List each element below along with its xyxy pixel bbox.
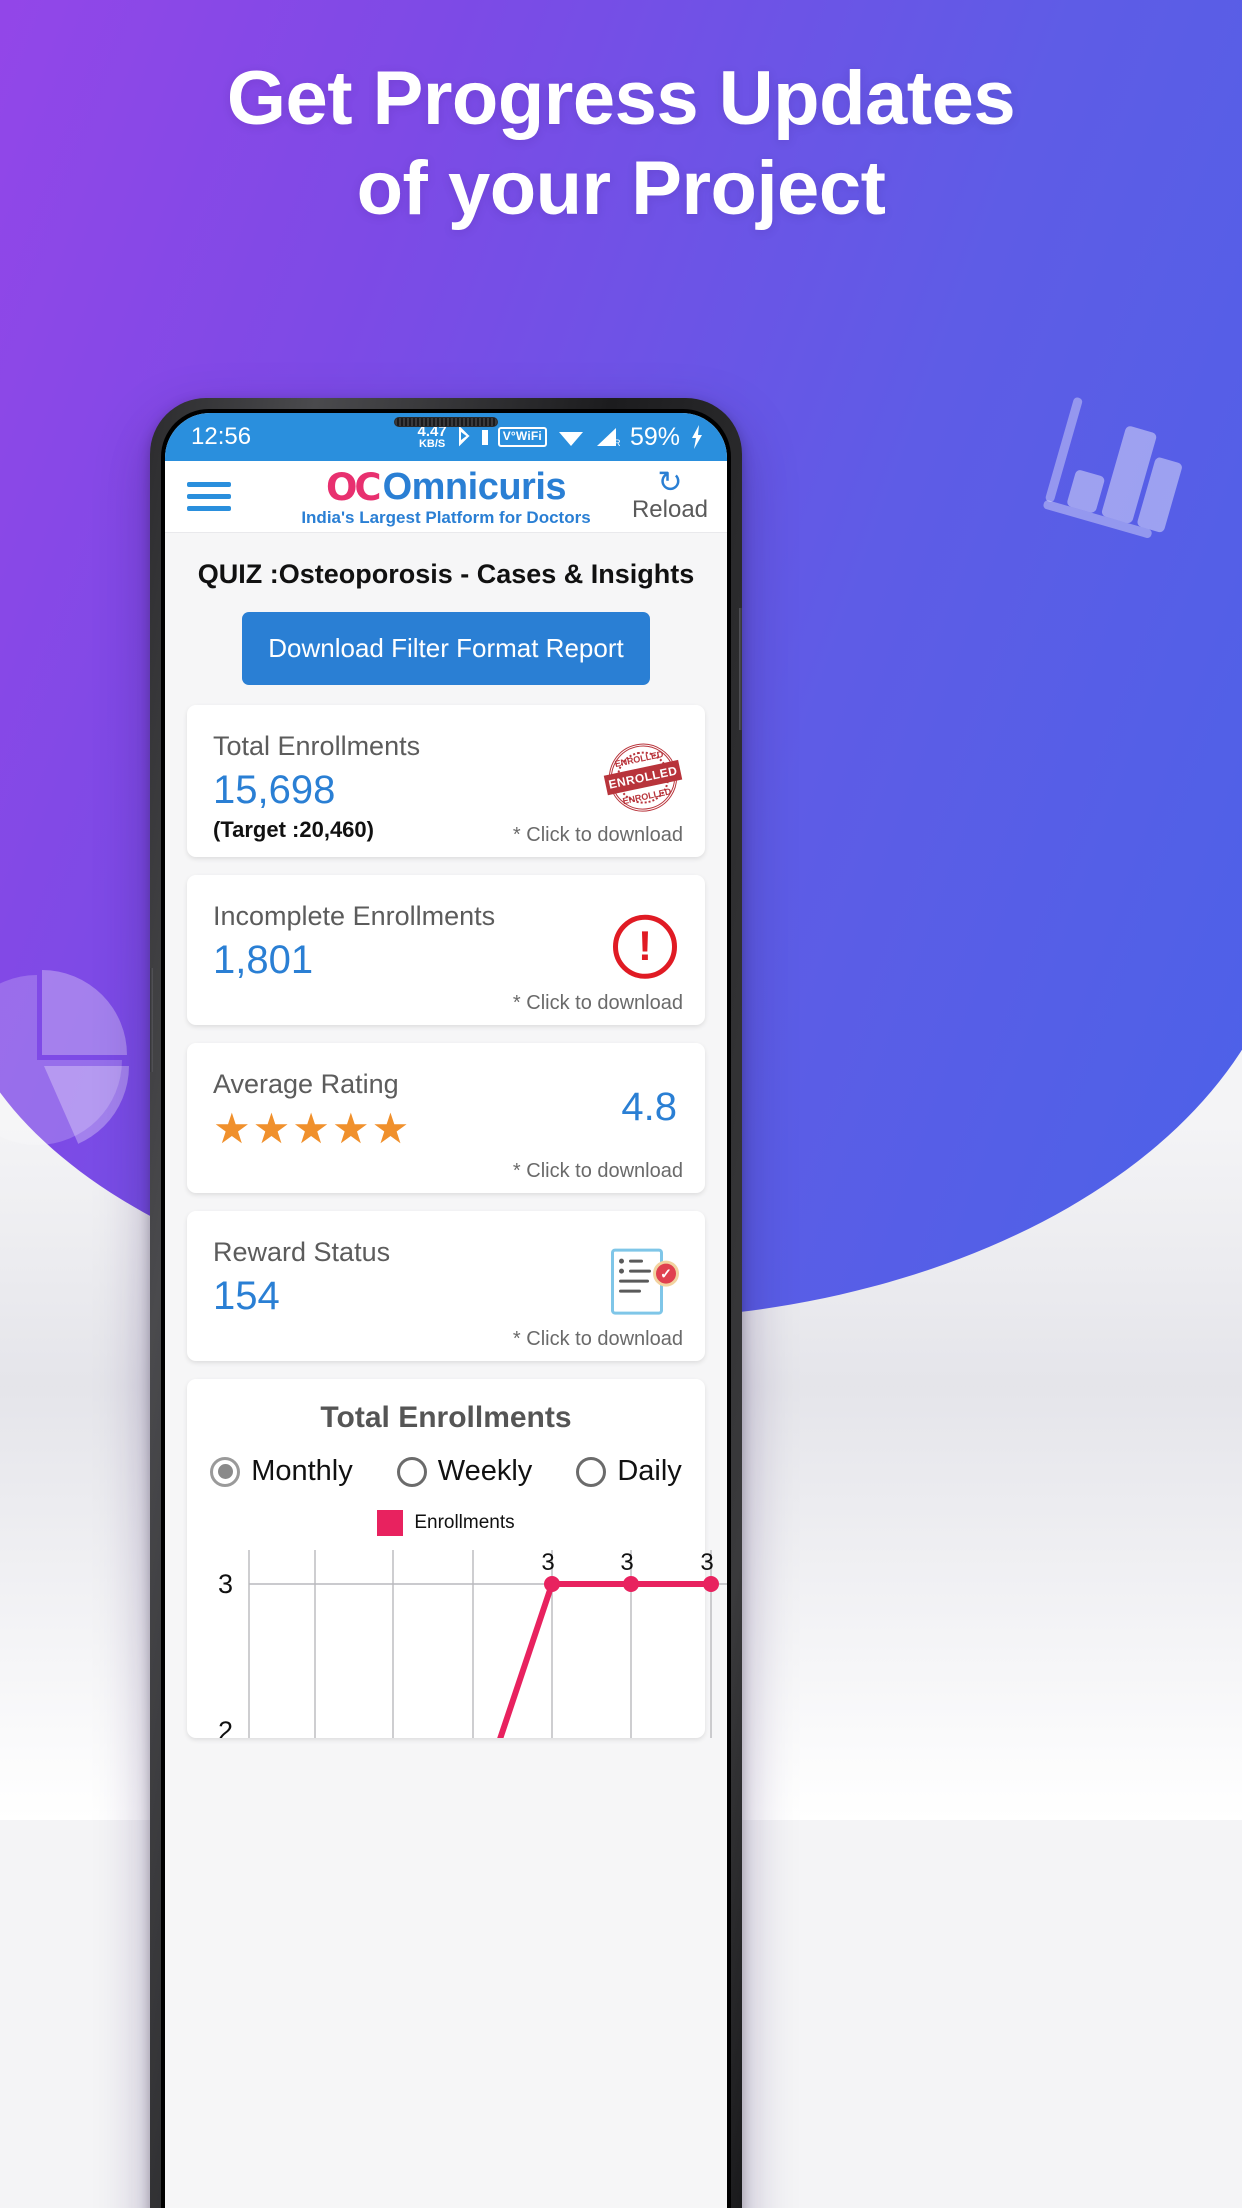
radio-daily-label: Daily	[617, 1455, 682, 1487]
card-label: Reward Status	[213, 1237, 391, 1267]
wifi-icon	[556, 425, 586, 449]
chart-data-point	[703, 1576, 719, 1592]
app-header: OC Omnicuris India's Largest Platform fo…	[165, 461, 727, 533]
phone-screen: 12:56 4.47 KB/S V°WiFi R 59% OC Omnicuri…	[165, 413, 727, 2208]
radio-daily-indicator	[576, 1456, 607, 1487]
page-title: QUIZ :Osteoporosis - Cases & Insights	[197, 559, 695, 589]
click-to-download-note: * Click to download	[512, 992, 683, 1014]
dashboard-content: QUIZ :Osteoporosis - Cases & Insights Do…	[165, 533, 727, 2208]
phone-mockup: 12:56 4.47 KB/S V°WiFi R 59% OC Omnicuri…	[150, 398, 742, 2208]
download-filter-format-report-button[interactable]: Download Filter Format Report	[242, 612, 650, 685]
certificate-award-icon: ✓	[611, 1248, 679, 1317]
status-bar-clock: 12:56	[191, 423, 252, 450]
phone-bezel: 12:56 4.47 KB/S V°WiFi R 59% OC Omnicuri…	[161, 409, 731, 2208]
hamburger-menu-icon[interactable]	[187, 482, 231, 511]
chart-ytick-2: 2	[218, 1716, 233, 1738]
card-value: 154	[213, 1274, 280, 1318]
brand-mark-icon: OC	[325, 465, 382, 509]
reload-button[interactable]: ↻ Reload	[627, 466, 713, 524]
phone-volume-button[interactable]	[150, 968, 153, 1072]
volte-wifi-icon: V°WiFi	[497, 427, 547, 447]
reload-label: Reload	[631, 496, 709, 523]
chart-plot-area: 3 2 3 3 3	[197, 1548, 727, 1738]
card-label: Incomplete Enrollments	[213, 901, 496, 931]
battery-percentage: 59%	[629, 422, 680, 451]
radio-monthly-label: Monthly	[251, 1455, 353, 1487]
network-speed-indicator: 4.47 KB/S	[418, 424, 447, 450]
chart-vertical-gridlines	[248, 1550, 712, 1738]
hero-headline: Get Progress Updates of your Project	[0, 54, 1242, 233]
signal-icon: R	[595, 425, 621, 449]
click-to-download-note: * Click to download	[512, 1160, 683, 1182]
chart-ytick-3: 3	[218, 1569, 233, 1599]
chart-legend: Enrollments	[197, 1510, 695, 1536]
card-value: 1,801	[213, 938, 314, 982]
radio-daily[interactable]: Daily	[576, 1455, 682, 1488]
card-total-enrollments[interactable]: Total Enrollments 15,698 (Target :20,460…	[187, 705, 705, 857]
chart-period-radio-group: Monthly Weekly Daily	[197, 1455, 695, 1488]
hero-headline-line-1: Get Progress Updates	[226, 56, 1016, 141]
card-incomplete-enrollments[interactable]: Incomplete Enrollments 1,801 ! * Click t…	[187, 875, 705, 1025]
chart-data-point	[544, 1576, 560, 1592]
card-reward-status[interactable]: Reward Status 154 ✓ * Click to download	[187, 1211, 705, 1361]
phone-power-button[interactable]	[739, 608, 742, 730]
card-value: 4.8	[621, 1085, 677, 1129]
chart-point-label: 3	[541, 1549, 554, 1576]
click-to-download-note: * Click to download	[512, 824, 683, 846]
star-rating-icon: ★★★★★	[213, 1105, 412, 1152]
chart-card-total-enrollments: Total Enrollments Monthly Weekly Daily E…	[187, 1379, 727, 1738]
radio-weekly[interactable]: Weekly	[396, 1455, 533, 1488]
radio-weekly-indicator	[396, 1456, 427, 1487]
chart-data-point	[623, 1576, 639, 1592]
charging-bolt-icon	[689, 424, 705, 450]
chart-title: Total Enrollments	[320, 1401, 572, 1434]
card-label: Average Rating	[213, 1069, 399, 1099]
chart-series-line	[497, 1581, 714, 1738]
legend-label: Enrollments	[414, 1512, 515, 1533]
brand-name: Omnicuris	[382, 465, 567, 508]
legend-color-swatch	[377, 1510, 404, 1536]
network-speed-unit: KB/S	[418, 438, 446, 450]
svg-text:R: R	[614, 438, 621, 448]
chart-point-label: 3	[620, 1549, 633, 1576]
line-chart-svg: 3 2 3 3 3	[218, 1549, 727, 1738]
radio-monthly-indicator	[210, 1456, 241, 1487]
chart-point-label: 3	[700, 1549, 713, 1576]
radio-monthly[interactable]: Monthly	[210, 1455, 353, 1488]
card-average-rating[interactable]: Average Rating ★★★★★ 4.8 * Click to down…	[187, 1043, 705, 1193]
bluetooth-icon	[456, 424, 472, 450]
radio-weekly-label: Weekly	[437, 1455, 533, 1487]
bluetooth-battery-icon	[481, 427, 489, 447]
warning-exclamation-icon: !	[613, 914, 677, 979]
hero-headline-line-2: of your Project	[356, 145, 886, 231]
pie-chart-decoration-icon	[0, 970, 129, 1151]
phone-earpiece-speaker	[394, 417, 498, 427]
click-to-download-note: * Click to download	[512, 1328, 683, 1350]
enrolled-stamp-icon: ENROLLED ENROLLED ENROLLED	[602, 737, 684, 818]
reload-icon: ↻	[657, 466, 683, 499]
